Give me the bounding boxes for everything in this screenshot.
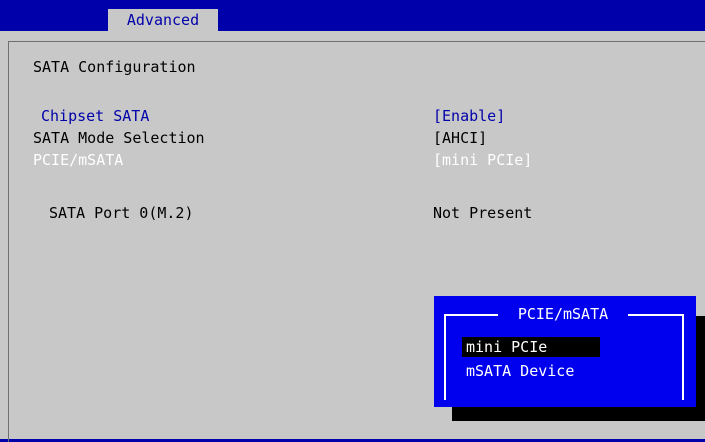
port-status: Not Present	[433, 204, 533, 222]
port-label-sata-port-0: SATA Port 0(M.2)	[49, 204, 194, 222]
setting-label-pcie-msata[interactable]: PCIE/mSATA	[33, 151, 123, 169]
top-menu-bar: Advanced	[0, 0, 705, 31]
popup-title: PCIE/mSATA	[498, 304, 628, 324]
tab-advanced[interactable]: Advanced	[108, 9, 218, 31]
setting-value-pcie-msata[interactable]: [mini PCIe]	[433, 151, 532, 169]
setting-label-chipset-sata[interactable]: Chipset SATA	[41, 107, 149, 125]
setting-value-sata-mode[interactable]: [AHCI]	[433, 129, 487, 147]
popup-option-msata-device[interactable]: mSATA Device	[462, 361, 578, 381]
pcie-msata-popup: PCIE/mSATA mini PCIe mSATA Device	[434, 296, 696, 407]
page-title: SATA Configuration	[33, 58, 196, 76]
setting-label-sata-mode[interactable]: SATA Mode Selection	[33, 129, 205, 147]
popup-border	[444, 314, 684, 400]
setting-value-chipset-sata[interactable]: [Enable]	[433, 107, 505, 125]
popup-option-mini-pcie[interactable]: mini PCIe	[462, 337, 600, 357]
